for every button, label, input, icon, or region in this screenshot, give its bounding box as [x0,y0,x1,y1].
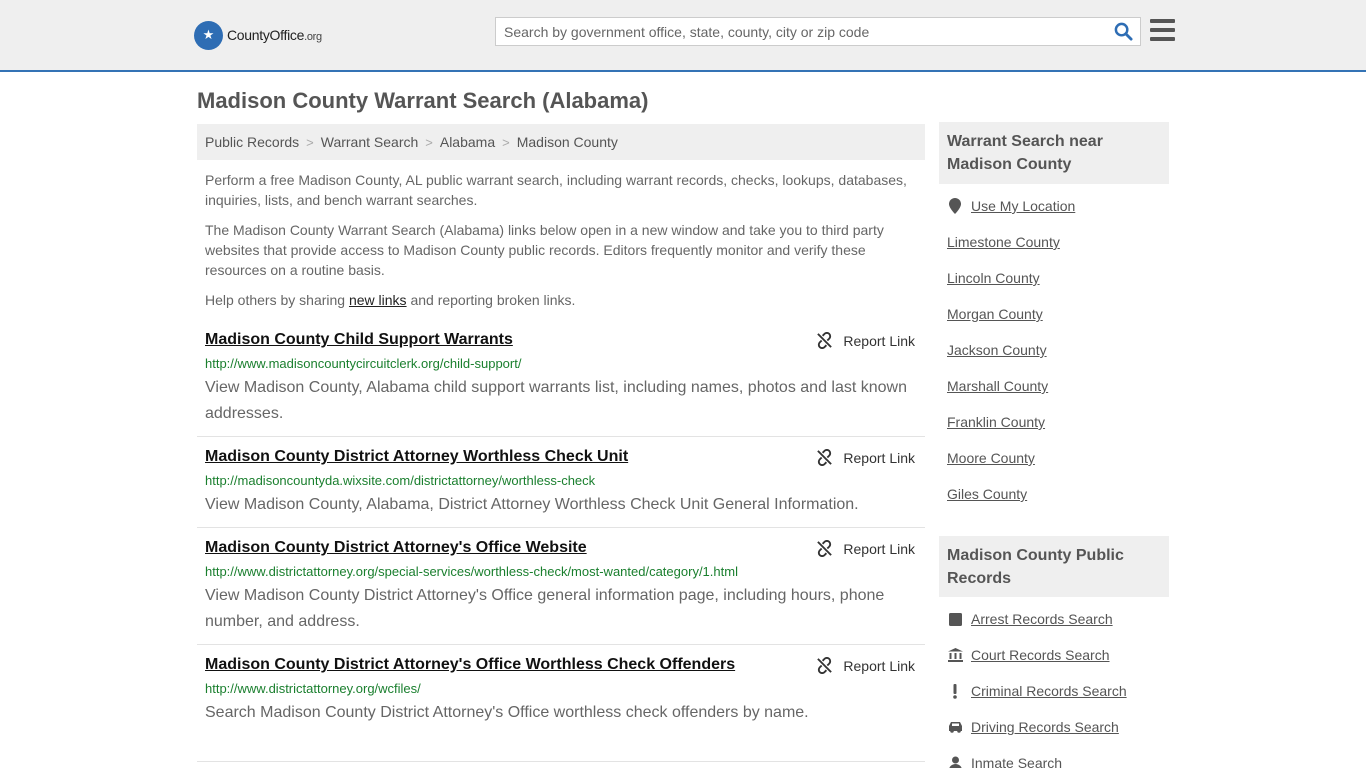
result-divider [197,436,925,437]
report-link-label: Report Link [843,657,915,674]
search-icon [1114,22,1133,41]
report-link-label: Report Link [843,540,915,557]
result-description: View Madison County District Attorney's … [205,587,885,630]
result-divider [197,644,925,645]
site-header: ★ CountyOffice.org [0,0,1366,72]
breadcrumb-separator: > [425,134,433,150]
records-item: Criminal Records Search [947,683,1127,699]
records-link[interactable]: Arrest Records Search [971,611,1113,627]
nearby-county-item: Jackson County [947,342,1047,358]
report-link-button[interactable]: Report Link [816,332,915,349]
records-item: Court Records Search [947,647,1110,663]
records-item: Arrest Records Search [947,611,1113,627]
result-url[interactable]: http://www.madisoncountycircuitclerk.org… [205,356,521,371]
use-location-item: Use My Location [947,198,1075,214]
page-title: Madison County Warrant Search (Alabama) [197,88,649,113]
site-logo[interactable]: ★ CountyOffice.org [194,20,322,50]
result-title-link[interactable]: Madison County District Attorney's Offic… [205,656,735,674]
logo-emblem-icon: ★ [194,20,223,50]
nearby-county-link[interactable]: Morgan County [947,306,1043,322]
result-description: View Madison County, Alabama, District A… [205,496,859,513]
logo-text: CountyOffice [227,27,305,43]
broken-link-icon [817,332,833,349]
records-link[interactable]: Inmate Search [971,755,1062,768]
hamburger-menu-icon[interactable] [1150,19,1175,41]
result-url[interactable]: http://madisoncountyda.wixsite.com/distr… [205,473,595,488]
nearby-county-link[interactable]: Jackson County [947,342,1047,358]
records-link[interactable]: Criminal Records Search [971,683,1127,699]
broken-link-icon [817,449,833,466]
breadcrumb-madison-county[interactable]: Madison County [517,134,618,150]
nearby-county-link[interactable]: Giles County [947,486,1027,502]
intro-paragraph-3: Help others by sharing new links and rep… [205,292,576,308]
report-link-button[interactable]: Report Link [816,449,915,466]
nearby-county-link[interactable]: Limestone County [947,234,1060,250]
broken-link-icon [817,540,833,557]
exclamation-icon [947,683,963,699]
use-my-location-link[interactable]: Use My Location [971,198,1075,214]
report-link-button[interactable]: Report Link [816,657,915,674]
report-link-label: Report Link [843,332,915,349]
nearby-county-item: Lincoln County [947,270,1040,286]
courthouse-icon [947,647,963,663]
records-item: Inmate Search [947,755,1062,768]
nearby-county-item: Morgan County [947,306,1043,322]
result-url[interactable]: http://www.districtattorney.org/special-… [205,564,738,579]
records-link[interactable]: Driving Records Search [971,719,1119,735]
result-title-link[interactable]: Madison County Child Support Warrants [205,331,513,349]
result-divider [197,527,925,528]
result-divider [197,761,925,762]
nearby-county-item: Giles County [947,486,1027,502]
nearby-box-title: Warrant Search near Madison County [939,122,1169,184]
breadcrumb-public-records[interactable]: Public Records [205,134,299,150]
square-icon [947,611,963,627]
nearby-county-link[interactable]: Marshall County [947,378,1048,394]
breadcrumb-alabama[interactable]: Alabama [440,134,495,150]
nearby-county-item: Marshall County [947,378,1048,394]
new-links-link[interactable]: new links [349,292,407,308]
nearby-county-item: Moore County [947,450,1035,466]
search-button[interactable] [1106,18,1140,45]
result-description: Search Madison County District Attorney'… [205,704,809,721]
nearby-county-item: Limestone County [947,234,1060,250]
report-link-label: Report Link [843,449,915,466]
car-icon [947,719,963,735]
search-input[interactable] [496,18,1106,45]
intro-text: Perform a free Madison County, AL public… [205,170,920,320]
public-records-box-title: Madison County Public Records [939,536,1169,597]
breadcrumb-separator: > [306,134,314,150]
result-url[interactable]: http://www.districtattorney.org/wcfiles/ [205,681,421,696]
breadcrumb-warrant-search[interactable]: Warrant Search [321,134,419,150]
nearby-county-item: Franklin County [947,414,1045,430]
records-link[interactable]: Court Records Search [971,647,1110,663]
nearby-county-link[interactable]: Lincoln County [947,270,1040,286]
intro-paragraph-2: The Madison County Warrant Search (Alaba… [205,222,884,278]
logo-tld: .org [304,31,322,43]
person-icon [947,755,963,768]
search-bar [495,17,1141,46]
result-description: View Madison County, Alabama child suppo… [205,379,908,422]
result-title-link[interactable]: Madison County District Attorney Worthle… [205,448,628,466]
nearby-county-link[interactable]: Franklin County [947,414,1045,430]
breadcrumb-separator: > [502,134,510,150]
records-item: Driving Records Search [947,719,1119,735]
result-title-link[interactable]: Madison County District Attorney's Offic… [205,539,587,557]
broken-link-icon [817,657,833,674]
breadcrumb: Public Records > Warrant Search > Alabam… [197,124,925,160]
map-marker-icon [947,198,963,214]
nearby-county-link[interactable]: Moore County [947,450,1035,466]
report-link-button[interactable]: Report Link [816,540,915,557]
intro-paragraph-1: Perform a free Madison County, AL public… [205,172,907,208]
